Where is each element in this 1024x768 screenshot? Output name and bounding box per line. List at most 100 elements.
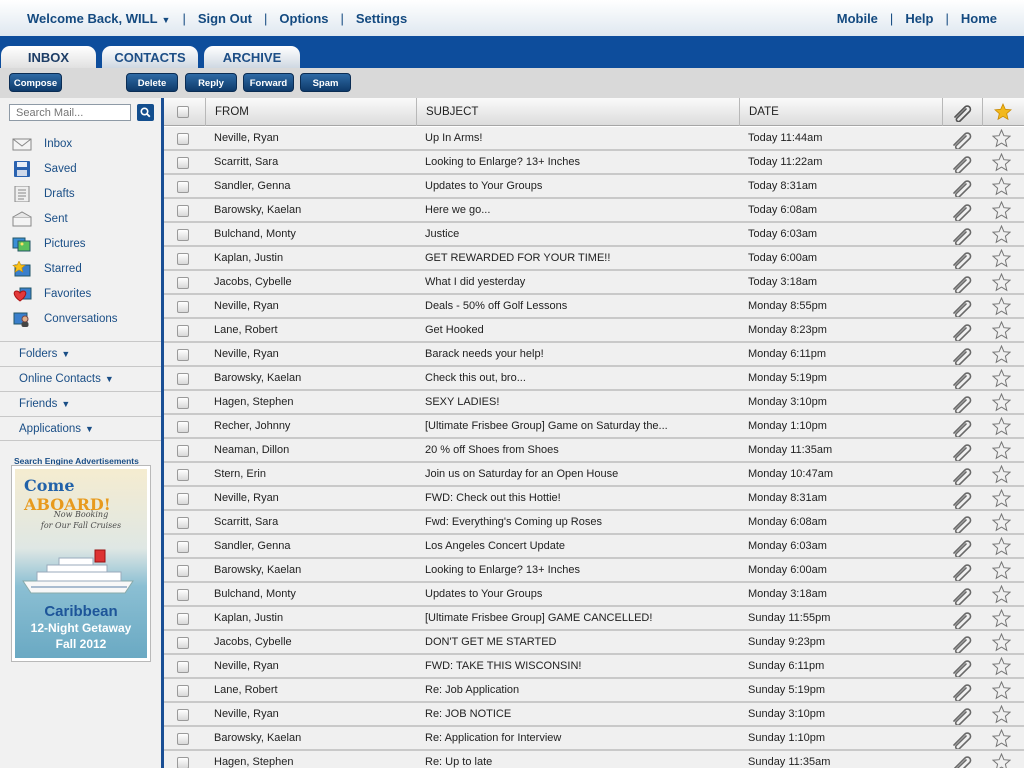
row-checkbox[interactable] [177,181,189,193]
row-checkbox[interactable] [177,733,189,745]
column-starred[interactable] [982,98,1024,126]
row-checkbox[interactable] [177,229,189,241]
cruise-advertisement[interactable]: Come ABOARD! Now Booking for Our Fall Cru… [11,465,151,662]
row-checkbox[interactable] [177,517,189,529]
search-button[interactable] [137,104,154,121]
compose-button[interactable]: Compose [9,73,62,92]
sidebar-section-friends[interactable]: Friends ▼ [0,391,161,416]
table-row[interactable]: Neville, Ryan FWD: Check out this Hottie!… [164,487,1024,511]
sidebar-section-online-contacts[interactable]: Online Contacts ▼ [0,366,161,391]
table-row[interactable]: Barowsky, Kaelan Check this out, bro... Mo… [164,367,1024,391]
column-from[interactable]: FROM [205,98,416,126]
table-row[interactable]: Barowsky, Kaelan Here we go... Today 6:08a… [164,199,1024,223]
column-attachment[interactable] [942,98,982,126]
star-icon[interactable] [991,632,1012,655]
sidebar-section-applications[interactable]: Applications ▼ [0,416,161,441]
row-checkbox[interactable] [177,469,189,481]
row-checkbox[interactable] [177,709,189,721]
star-icon[interactable] [991,152,1012,175]
spam-button[interactable]: Spam [300,73,351,92]
table-row[interactable]: Neaman, Dillon 20 % off Shoes from Shoes M… [164,439,1024,463]
row-checkbox[interactable] [177,373,189,385]
star-icon[interactable] [991,320,1012,343]
row-checkbox[interactable] [177,301,189,313]
star-icon[interactable] [991,704,1012,727]
table-row[interactable]: Sandler, Genna Los Angeles Concert Update… [164,535,1024,559]
sidebar-section-folders[interactable]: Folders ▼ [0,341,161,366]
star-icon[interactable] [991,728,1012,751]
star-icon[interactable] [991,488,1012,511]
tab-inbox[interactable]: INBOX [1,46,96,70]
star-icon[interactable] [991,272,1012,295]
options-link[interactable]: Options [279,11,328,26]
table-row[interactable]: Neville, Ryan Barack needs your help! Mond… [164,343,1024,367]
forward-button[interactable]: Forward [243,73,294,92]
table-row[interactable]: Bulchand, Monty Updates to Your Groups Mon… [164,583,1024,607]
sign-out-link[interactable]: Sign Out [198,11,252,26]
sidebar-item-conversations[interactable]: Conversations [12,309,118,329]
column-subject[interactable]: SUBJECT [416,98,739,126]
star-icon[interactable] [991,224,1012,247]
star-icon[interactable] [991,440,1012,463]
star-icon[interactable] [991,464,1012,487]
row-checkbox[interactable] [177,661,189,673]
table-row[interactable]: Hagen, Stephen Re: Up to late Sunday 11:35… [164,751,1024,768]
row-checkbox[interactable] [177,157,189,169]
table-row[interactable]: Kaplan, Justin [Ultimate Frisbee Group] G… [164,607,1024,631]
star-icon[interactable] [991,680,1012,703]
row-checkbox[interactable] [177,565,189,577]
row-checkbox[interactable] [177,133,189,145]
help-link[interactable]: Help [905,11,933,26]
star-icon[interactable] [991,128,1012,151]
row-checkbox[interactable] [177,253,189,265]
table-row[interactable]: Jacobs, Cybelle DON'T GET ME STARTED Sunda… [164,631,1024,655]
table-row[interactable]: Neville, Ryan Up In Arms! Today 11:44am [164,127,1024,151]
table-row[interactable]: Bulchand, Monty Justice Today 6:03am [164,223,1024,247]
table-row[interactable]: Stern, Erin Join us on Saturday for an Op… [164,463,1024,487]
star-icon[interactable] [991,200,1012,223]
mobile-link[interactable]: Mobile [837,11,878,26]
home-link[interactable]: Home [961,11,997,26]
row-checkbox[interactable] [177,613,189,625]
row-checkbox[interactable] [177,325,189,337]
row-checkbox[interactable] [177,541,189,553]
star-icon[interactable] [991,512,1012,535]
table-row[interactable]: Scarritt, Sara Looking to Enlarge? 13+ In… [164,151,1024,175]
table-row[interactable]: Neville, Ryan FWD: TAKE THIS WISCONSIN! Su… [164,655,1024,679]
delete-button[interactable]: Delete [126,73,178,92]
sidebar-item-saved[interactable]: Saved [12,159,77,179]
row-checkbox[interactable] [177,205,189,217]
star-icon[interactable] [991,752,1012,768]
tab-archive[interactable]: ARCHIVE [204,46,300,68]
table-row[interactable]: Lane, Robert Re: Job Application Sunday 5:… [164,679,1024,703]
search-input[interactable] [9,104,131,121]
row-checkbox[interactable] [177,349,189,361]
star-icon[interactable] [991,608,1012,631]
column-date[interactable]: DATE [739,98,942,126]
row-checkbox[interactable] [177,493,189,505]
row-checkbox[interactable] [177,397,189,409]
table-row[interactable]: Neville, Ryan Deals - 50% off Golf Lesson… [164,295,1024,319]
star-icon[interactable] [991,176,1012,199]
row-checkbox[interactable] [177,757,189,768]
row-checkbox[interactable] [177,277,189,289]
table-row[interactable]: Scarritt, Sara Fwd: Everything's Coming u… [164,511,1024,535]
star-icon[interactable] [991,368,1012,391]
sidebar-item-drafts[interactable]: Drafts [12,184,75,204]
welcome-menu[interactable]: Welcome Back, WILL ▼ [27,11,170,26]
row-checkbox[interactable] [177,637,189,649]
row-checkbox[interactable] [177,685,189,697]
settings-link[interactable]: Settings [356,11,407,26]
table-row[interactable]: Recher, Johnny [Ultimate Frisbee Group] G… [164,415,1024,439]
star-icon[interactable] [991,536,1012,559]
sidebar-item-pictures[interactable]: Pictures [12,234,86,254]
table-row[interactable]: Neville, Ryan Re: JOB NOTICE Sunday 3:10pm [164,703,1024,727]
sidebar-item-starred[interactable]: Starred [12,259,82,279]
sidebar-item-sent[interactable]: Sent [12,209,68,229]
tab-contacts[interactable]: CONTACTS [102,46,198,68]
table-row[interactable]: Jacobs, Cybelle What I did yesterday Today… [164,271,1024,295]
star-icon[interactable] [991,248,1012,271]
star-icon[interactable] [991,344,1012,367]
table-row[interactable]: Barowsky, Kaelan Looking to Enlarge? 13+ … [164,559,1024,583]
star-icon[interactable] [991,296,1012,319]
